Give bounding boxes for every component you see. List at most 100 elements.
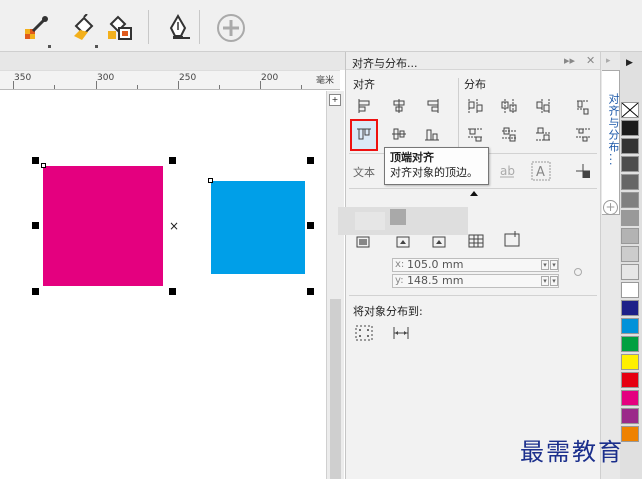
tooltip-pointer <box>470 191 478 196</box>
distribute-left-button[interactable] <box>464 95 486 117</box>
tab-align-distribute[interactable]: 对齐与分布... <box>602 70 620 215</box>
color-swatch[interactable] <box>621 318 639 334</box>
scroll-pin-icon[interactable]: + <box>329 94 341 106</box>
align-horizontal-center-button[interactable] <box>388 95 410 117</box>
grid-icon[interactable] <box>465 230 487 252</box>
color-swatch[interactable] <box>621 300 639 316</box>
distribute-middle-button[interactable] <box>498 123 520 145</box>
svg-text:A: A <box>536 165 545 180</box>
scrollbar-thumb[interactable] <box>330 299 341 479</box>
ruler-label: 300 <box>97 73 115 83</box>
tooltip-description: 对齐对象的顶边。 <box>390 166 478 179</box>
selection-handle[interactable] <box>307 157 314 164</box>
distribute-section-label: 分布 <box>464 78 486 91</box>
docker-expand-icon[interactable]: ▸▸ <box>564 54 575 67</box>
blue-rectangle[interactable] <box>211 181 305 274</box>
text-bbox-icon[interactable]: ab <box>496 160 518 182</box>
y-spinner-icon[interactable]: ▾ <box>541 276 549 286</box>
active-object-icon[interactable] <box>352 230 374 252</box>
color-swatch[interactable] <box>621 354 639 370</box>
vertical-scrollbar[interactable]: + <box>326 91 344 479</box>
node-handle[interactable] <box>208 178 213 183</box>
distribute-vertical-spacing-button[interactable] <box>572 123 594 145</box>
color-swatch[interactable] <box>621 264 639 280</box>
distribute-bottom-button[interactable] <box>532 123 554 145</box>
no-color-swatch[interactable] <box>621 102 639 118</box>
y-value: 148.5 mm <box>407 274 464 287</box>
align-top-button[interactable] <box>350 119 378 151</box>
docker-divider <box>349 295 597 296</box>
align-bottom-button[interactable] <box>421 123 443 145</box>
color-swatch[interactable] <box>621 120 639 136</box>
x-spinner-icon[interactable]: ▾ <box>541 260 549 270</box>
color-swatch[interactable] <box>621 192 639 208</box>
section-divider <box>458 78 459 150</box>
selection-handle[interactable] <box>32 222 39 229</box>
selection-handle[interactable] <box>307 288 314 295</box>
lock-ratio-icon[interactable] <box>574 268 582 276</box>
page-center-icon[interactable] <box>428 230 450 252</box>
ruler-tick <box>54 85 55 89</box>
y-coordinate-field[interactable]: y: 148.5 mm ▾ ▾ <box>392 274 559 288</box>
color-swatch[interactable] <box>621 210 639 226</box>
ruler-tick <box>301 85 302 89</box>
align-right-button[interactable] <box>421 95 443 117</box>
selection-handle[interactable] <box>32 157 39 164</box>
distribute-spacing-button[interactable] <box>532 95 554 117</box>
selection-handle[interactable] <box>32 288 39 295</box>
color-swatch[interactable] <box>621 336 639 352</box>
add-docker-icon[interactable]: + <box>603 200 618 215</box>
tab-label: 对齐与分布... <box>607 93 620 167</box>
ruler-tick <box>96 81 97 89</box>
color-swatch[interactable] <box>621 282 639 298</box>
toolbar-dot <box>95 45 98 48</box>
selection-handle[interactable] <box>307 222 314 229</box>
ruler-tick <box>219 85 220 89</box>
distribute-center-button[interactable] <box>498 95 520 117</box>
color-swatch[interactable] <box>621 246 639 262</box>
toolbar-separator <box>199 10 200 44</box>
add-plus-icon[interactable] <box>215 12 247 44</box>
color-swatch[interactable] <box>621 138 639 154</box>
specified-point-icon[interactable] <box>501 228 523 250</box>
text-section-label: 文本 <box>353 166 375 179</box>
selection-handle[interactable] <box>169 288 176 295</box>
docker-title-bar: 对齐与分布... ▸▸ ✕ <box>346 52 601 70</box>
align-vertical-center-button[interactable] <box>388 123 410 145</box>
page-edge-icon[interactable] <box>392 230 414 252</box>
ruler-tick <box>178 81 179 89</box>
y-label: y: <box>395 275 404 286</box>
paint-bucket-icon[interactable] <box>66 12 98 44</box>
color-swatch[interactable] <box>621 156 639 172</box>
color-swatch[interactable] <box>621 228 639 244</box>
tab-strip-pin-icon[interactable]: ▸ <box>606 56 611 66</box>
color-swatch[interactable] <box>621 408 639 424</box>
text-frame-icon[interactable]: A <box>530 160 552 182</box>
docker-title: 对齐与分布... <box>352 57 418 70</box>
align-left-button[interactable] <box>354 95 376 117</box>
distribute-top-button[interactable] <box>464 123 486 145</box>
node-handle[interactable] <box>41 163 46 168</box>
distribute-to-page-button[interactable] <box>390 322 412 344</box>
obscured-region <box>355 212 385 230</box>
magenta-rectangle[interactable] <box>43 166 163 286</box>
x-coordinate-field[interactable]: x: 105.0 mm ▾ ▾ <box>392 258 559 272</box>
ruler-tick <box>260 81 261 89</box>
eyedropper-fill-icon[interactable] <box>20 12 52 44</box>
color-swatch[interactable] <box>621 390 639 406</box>
pen-nib-icon[interactable] <box>162 12 194 44</box>
align-to-object-icon[interactable] <box>572 160 594 182</box>
copy-fill-icon[interactable] <box>104 12 136 44</box>
docker-divider <box>349 188 597 189</box>
palette-scroll-up-icon[interactable]: ▶ <box>626 58 633 68</box>
x-unit-dropdown-icon[interactable]: ▾ <box>550 260 558 270</box>
y-unit-dropdown-icon[interactable]: ▾ <box>550 276 558 286</box>
docker-close-icon[interactable]: ✕ <box>586 54 595 67</box>
selection-handle[interactable] <box>169 157 176 164</box>
selection-center-icon: × <box>169 219 180 233</box>
distribute-right-button[interactable] <box>572 95 594 117</box>
color-swatch[interactable] <box>621 174 639 190</box>
distribute-to-selection-button[interactable] <box>353 322 375 344</box>
align-section-label: 对齐 <box>353 78 375 91</box>
color-swatch[interactable] <box>621 372 639 388</box>
